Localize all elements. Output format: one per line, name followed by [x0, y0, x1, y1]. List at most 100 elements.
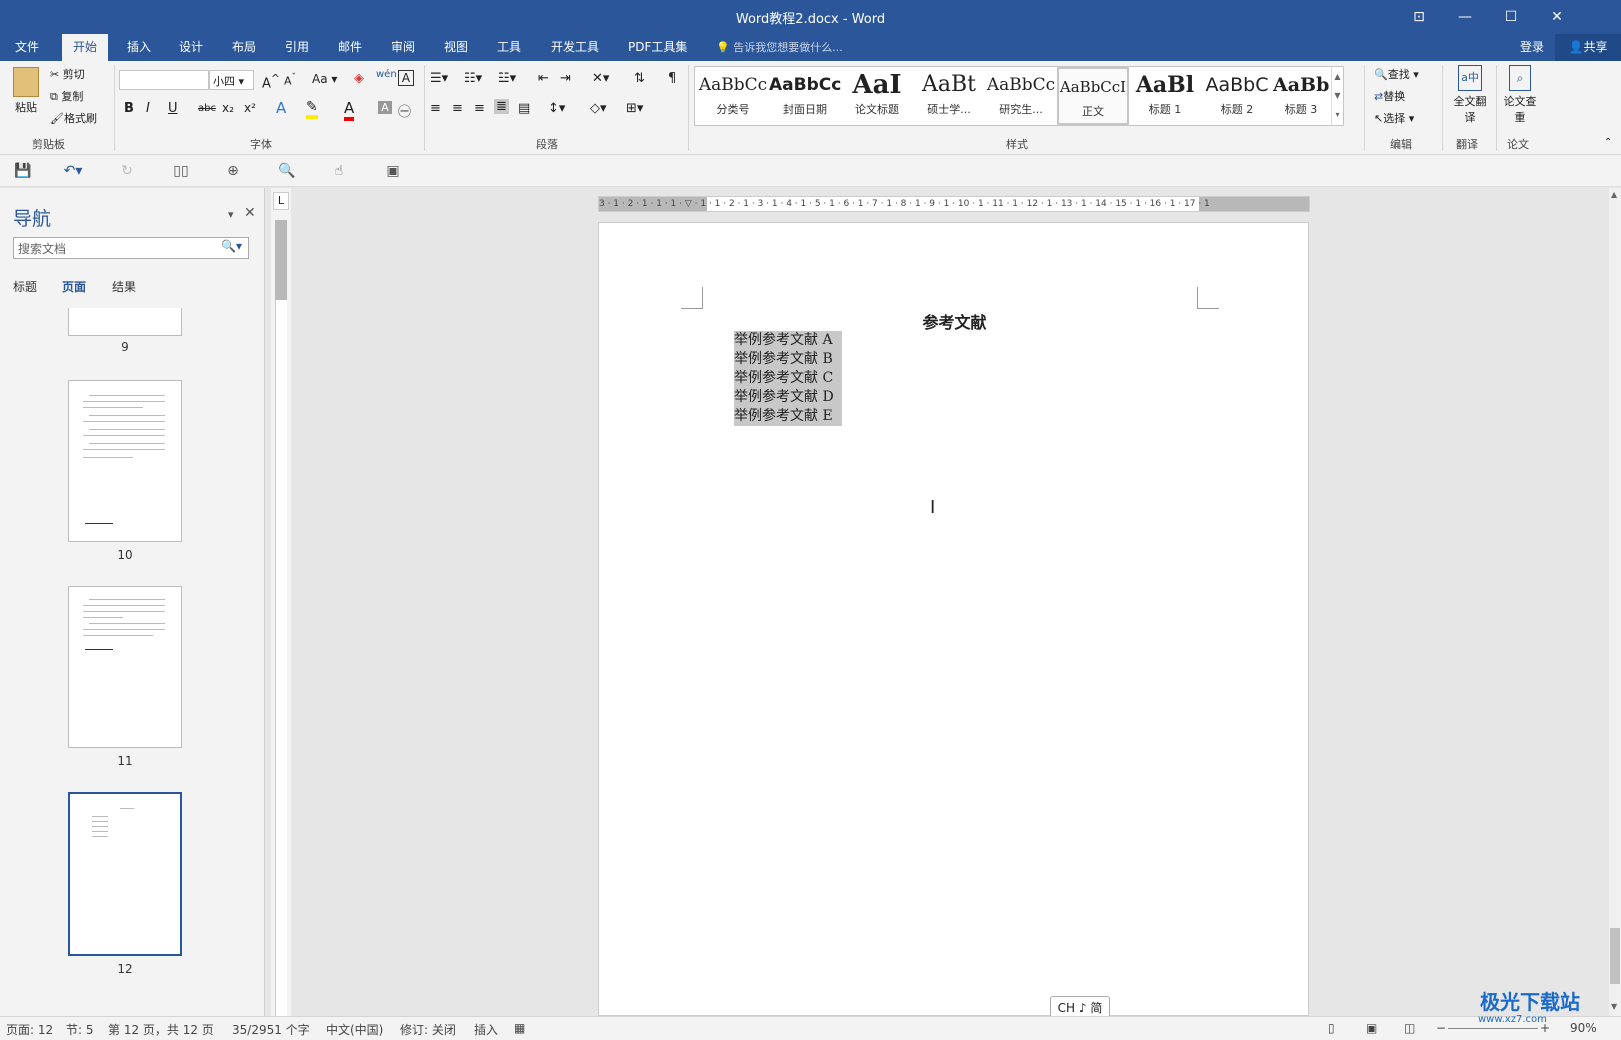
page-thumbnail[interactable] [68, 380, 182, 542]
asian-layout-icon[interactable]: ✕▾ [592, 71, 609, 86]
format-painter-button[interactable]: 🖌格式刷 [50, 110, 97, 126]
tab-developer[interactable]: 开发工具 [540, 34, 610, 61]
font-size-select[interactable]: 小四 ▾ [209, 70, 254, 90]
grow-font-button[interactable]: A^ [262, 72, 280, 91]
multilevel-list-icon[interactable]: ☳▾ [498, 71, 516, 86]
close-pane-icon[interactable]: ✕ [244, 205, 256, 221]
nav-tab-pages[interactable]: 页面 [62, 278, 86, 295]
tab-design[interactable]: 设计 [168, 34, 214, 61]
replace-button[interactable]: ⇄替换 [1374, 88, 1405, 104]
style-item[interactable]: AaBbCc 封面日期 [769, 67, 841, 125]
customize-qat-icon[interactable]: ▣ [382, 161, 404, 181]
style-item[interactable]: AaBbC 标题 2 [1201, 67, 1273, 125]
tab-selector[interactable]: L [273, 192, 289, 210]
numbering-icon[interactable]: ☷▾ [464, 71, 482, 86]
tab-review[interactable]: 审阅 [380, 34, 426, 61]
share-button[interactable]: 👤共享 [1555, 34, 1621, 61]
page-thumbnail[interactable] [68, 308, 182, 336]
increase-indent-icon[interactable]: ⇥ [560, 71, 571, 86]
style-item[interactable]: AaBbCc 分类号 [697, 67, 769, 125]
shrink-font-button[interactable]: Aˇ [284, 72, 296, 88]
find-button[interactable]: 🔍查找 ▾ [1374, 66, 1419, 82]
login-link[interactable]: 登录 [1520, 34, 1544, 61]
character-shading-icon[interactable]: A [378, 101, 392, 114]
status-page[interactable]: 页面: 12 [6, 1021, 53, 1038]
underline-button[interactable]: U [168, 101, 178, 116]
touch-mode-icon[interactable]: ☝ [328, 161, 350, 181]
borders-icon[interactable]: ⊞▾ [626, 101, 643, 116]
character-border-button[interactable]: A [398, 70, 414, 86]
tab-home[interactable]: 开始 [62, 34, 109, 61]
tab-layout[interactable]: 布局 [221, 34, 267, 61]
italic-button[interactable]: I [146, 101, 150, 116]
tab-insert[interactable]: 插入 [116, 34, 162, 61]
redo-icon[interactable]: ↻ [116, 161, 138, 181]
status-track-changes[interactable]: 修订: 关闭 [400, 1021, 456, 1038]
text-effects-icon[interactable]: A [276, 99, 286, 117]
web-layout-icon[interactable]: ⊕ [222, 161, 244, 181]
full-translate-button[interactable]: a中 全文翻译 [1452, 65, 1488, 125]
zoom-level[interactable]: 90% [1570, 1021, 1597, 1035]
status-insert-mode[interactable]: 插入 [474, 1021, 498, 1038]
superscript-button[interactable]: x² [244, 101, 256, 115]
status-section[interactable]: 节: 5 [66, 1021, 94, 1038]
select-button[interactable]: ↖选择 ▾ [1374, 110, 1414, 126]
clear-format-icon[interactable]: ◈ [354, 71, 364, 86]
page-thumbnail[interactable] [68, 586, 182, 748]
page-thumbnail-current[interactable] [68, 792, 182, 956]
style-item-selected[interactable]: AaBbCcI 正文 [1057, 67, 1129, 125]
web-layout-view-icon[interactable]: ◫ [1404, 1021, 1415, 1035]
tell-me-search[interactable]: 💡 告诉我您想要做什么... [716, 34, 843, 61]
scroll-up-icon[interactable]: ▲ [1611, 190, 1617, 199]
highlight-color-icon[interactable]: ✎ [306, 99, 318, 119]
phonetic-guide-button[interactable]: wén [376, 69, 397, 80]
nav-tab-results[interactable]: 结果 [112, 278, 136, 295]
font-color-button[interactable]: A [344, 99, 355, 121]
style-item[interactable]: AaBbCc 研究生... [985, 67, 1057, 125]
scroll-down-icon[interactable]: ▼ [1611, 1002, 1617, 1011]
style-item[interactable]: AaBl 标题 1 [1129, 67, 1201, 125]
tab-references[interactable]: 引用 [274, 34, 320, 61]
tab-file[interactable]: 文件 [4, 34, 50, 61]
minimize-button[interactable]: — [1442, 0, 1488, 34]
zoom-out-icon[interactable]: − [1436, 1021, 1446, 1035]
align-center-icon[interactable]: ≡ [452, 101, 463, 116]
maximize-button[interactable]: ☐ [1488, 0, 1534, 34]
document-page[interactable]: 参考文献 举例参考文献 A 举例参考文献 B 举例参考文献 C 举例参考文献 D… [598, 222, 1309, 1016]
read-mode-view-icon[interactable]: ▯ [1328, 1021, 1335, 1035]
style-item[interactable]: AaBb 标题 3 [1273, 67, 1329, 125]
style-item[interactable]: AaI 论文标题 [841, 67, 913, 125]
bold-button[interactable]: B [124, 101, 134, 116]
sort-icon[interactable]: ⇅ [634, 71, 645, 86]
zoom-slider[interactable] [1448, 1028, 1538, 1029]
save-icon[interactable]: 💾 [12, 161, 34, 181]
search-document-input[interactable]: 搜索文档 🔍▾ [13, 237, 249, 259]
nav-tab-headings[interactable]: 标题 [13, 278, 37, 295]
justify-icon[interactable]: ≣ [494, 99, 509, 114]
subscript-button[interactable]: x₂ [222, 101, 234, 115]
read-mode-icon[interactable]: ▯▯ [170, 161, 192, 181]
vertical-scrollbar[interactable]: ▲ ▼ [1609, 188, 1621, 1016]
status-word-count[interactable]: 35/2951 个字 [232, 1021, 310, 1038]
tab-mailings[interactable]: 邮件 [327, 34, 373, 61]
style-item[interactable]: AaBt 硕士学... [913, 67, 985, 125]
shading-icon[interactable]: ◇▾ [590, 101, 607, 116]
scrollbar-thumb[interactable] [1610, 928, 1620, 984]
undo-icon[interactable]: ↶▾ [62, 161, 84, 181]
distributed-icon[interactable]: ▤ [518, 101, 530, 116]
print-layout-view-icon[interactable]: ▣ [1366, 1021, 1377, 1035]
tab-pdf-tools[interactable]: PDF工具集 [617, 34, 698, 61]
copy-button[interactable]: ⧉ 复制 [50, 88, 83, 104]
font-family-select[interactable] [119, 70, 209, 90]
collapse-ribbon-icon[interactable]: ⌃ [1604, 137, 1612, 148]
pane-options-icon[interactable]: ▾ [228, 208, 234, 221]
decrease-indent-icon[interactable]: ⇤ [538, 71, 549, 86]
status-language[interactable]: 中文(中国) [326, 1021, 383, 1038]
ribbon-display-icon[interactable]: ⊡ [1396, 0, 1442, 34]
paste-button[interactable]: 粘贴 [10, 65, 42, 125]
macro-record-icon[interactable]: ▦ [514, 1021, 525, 1035]
bullets-icon[interactable]: ☰▾ [430, 71, 448, 86]
line-spacing-icon[interactable]: ↕▾ [548, 101, 565, 116]
search-icon[interactable]: 🔍▾ [221, 239, 242, 253]
show-marks-icon[interactable]: ¶ [668, 71, 676, 86]
